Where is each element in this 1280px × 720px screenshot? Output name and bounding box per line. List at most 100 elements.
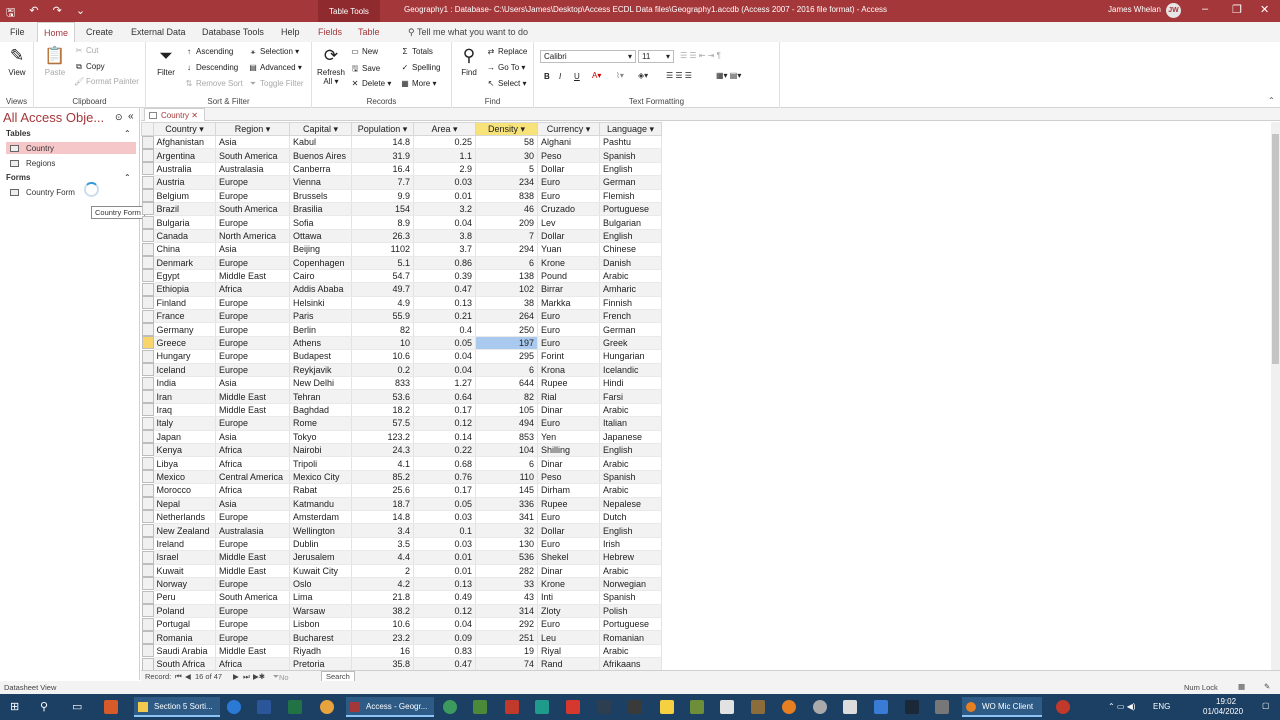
- cell-capital[interactable]: Addis Ababa: [289, 282, 352, 297]
- cell-country[interactable]: Norway: [153, 577, 216, 592]
- cell-population[interactable]: 10.6: [351, 617, 414, 632]
- cell-language[interactable]: Pashtu: [599, 135, 662, 150]
- cell-capital[interactable]: Paris: [289, 309, 352, 324]
- cell-language[interactable]: Polish: [599, 604, 662, 619]
- cell-population[interactable]: 4.1: [351, 456, 414, 471]
- filter-button[interactable]: ⏷ Filter: [154, 46, 178, 77]
- cell-currency[interactable]: Shilling: [537, 443, 600, 458]
- tray-icon[interactable]: [1056, 700, 1070, 714]
- cell-language[interactable]: Hebrew: [599, 550, 662, 565]
- spelling-button[interactable]: ✓ Spelling: [400, 63, 441, 72]
- cell-population[interactable]: 82: [351, 322, 414, 337]
- maximize-icon[interactable]: ❐: [1232, 3, 1242, 16]
- cell-region[interactable]: Europe: [215, 630, 290, 645]
- cell-area[interactable]: 0.03: [413, 175, 476, 190]
- taskbar-app-icon[interactable]: [874, 700, 888, 714]
- cell-country[interactable]: China: [153, 242, 216, 257]
- select-all-corner[interactable]: [141, 122, 154, 136]
- table-row[interactable]: Israel Middle East Jerusalem 4.4 0.01 536 Shek…: [141, 550, 662, 565]
- row-selector[interactable]: [141, 443, 154, 457]
- cell-region[interactable]: Europe: [215, 215, 290, 230]
- cell-capital[interactable]: Warsaw: [289, 604, 352, 619]
- cell-language[interactable]: Nepalese: [599, 497, 662, 511]
- cell-capital[interactable]: Brasilia: [289, 202, 352, 217]
- cell-language[interactable]: German: [599, 175, 662, 190]
- cell-capital[interactable]: Sofia: [289, 215, 352, 230]
- cell-language[interactable]: Hindi: [599, 376, 662, 391]
- clock-date[interactable]: 01/04/2020: [1203, 707, 1243, 716]
- cell-currency[interactable]: Euro: [537, 510, 600, 525]
- filezilla-icon[interactable]: [566, 700, 580, 714]
- collapse-ribbon-icon[interactable]: ⌃: [1268, 96, 1275, 105]
- cell-currency[interactable]: Krone: [537, 577, 600, 592]
- cell-area[interactable]: 0.13: [413, 296, 476, 311]
- table-row[interactable]: Australia Australasia Canberra 16.4 2.9 5 Doll…: [141, 162, 662, 177]
- cell-capital[interactable]: Rabat: [289, 483, 352, 498]
- taskbar-app-icon[interactable]: [443, 700, 457, 714]
- cell-country[interactable]: Bulgaria: [153, 215, 216, 230]
- row-selector[interactable]: [141, 523, 154, 537]
- cell-population[interactable]: 31.9: [351, 148, 414, 163]
- cell-currency[interactable]: Dinar: [537, 456, 600, 471]
- cell-region[interactable]: Asia: [215, 135, 290, 150]
- datasheet-view-icon[interactable]: ▦: [1238, 682, 1245, 691]
- cell-area[interactable]: 0.47: [413, 657, 476, 670]
- cell-language[interactable]: Arabic: [599, 483, 662, 498]
- cell-density[interactable]: 341: [475, 510, 538, 525]
- row-selector[interactable]: [141, 564, 154, 577]
- new-record-button[interactable]: ▭ New: [350, 47, 378, 56]
- row-selector[interactable]: [141, 322, 154, 336]
- cell-capital[interactable]: Rome: [289, 416, 352, 431]
- list-buttons[interactable]: ☰ ☰ ⇤ ⇥ ¶: [680, 51, 721, 60]
- cell-country[interactable]: Greece: [153, 336, 216, 351]
- redo-icon[interactable]: ↷: [53, 4, 62, 23]
- advanced-button[interactable]: ▤ Advanced ▾: [248, 63, 302, 72]
- more-button[interactable]: ▦ More ▾: [400, 79, 436, 88]
- cell-language[interactable]: Arabic: [599, 644, 662, 659]
- language-indicator[interactable]: ENG: [1153, 702, 1170, 711]
- cell-language[interactable]: Spanish: [599, 470, 662, 485]
- cell-capital[interactable]: Canberra: [289, 162, 352, 177]
- italic-button[interactable]: I: [559, 72, 561, 81]
- cell-area[interactable]: 0.39: [413, 269, 476, 284]
- cell-population[interactable]: 1102: [351, 242, 414, 257]
- cell-country[interactable]: India: [153, 376, 216, 391]
- cell-area[interactable]: 0.09: [413, 630, 476, 645]
- table-row[interactable]: Argentina South America Buenos Aires 31.9 1.…: [141, 148, 662, 163]
- cell-region[interactable]: Middle East: [215, 389, 290, 404]
- table-row[interactable]: Greece Europe Athens 10 0.05 197 Euro Greek: [141, 336, 662, 351]
- cell-density[interactable]: 43: [475, 590, 538, 605]
- cell-currency[interactable]: Rand: [537, 657, 600, 670]
- table-row[interactable]: Mexico Central America Mexico City 85.2 0.76…: [141, 470, 662, 485]
- column-header-currency[interactable]: Currency ▾: [537, 122, 600, 136]
- cell-region[interactable]: Australasia: [215, 523, 290, 538]
- cell-capital[interactable]: Budapest: [289, 349, 352, 364]
- prev-record-icon[interactable]: ◀: [185, 672, 191, 681]
- toggle-filter-button[interactable]: ⏷ Toggle Filter: [248, 79, 304, 89]
- cell-region[interactable]: Europe: [215, 309, 290, 324]
- cell-density[interactable]: 295: [475, 349, 538, 364]
- row-selector[interactable]: [141, 657, 154, 670]
- table-row[interactable]: Bulgaria Europe Sofia 8.9 0.04 209 Lev Bulgaria…: [141, 215, 662, 230]
- cell-capital[interactable]: Lisbon: [289, 617, 352, 632]
- cell-currency[interactable]: Dollar: [537, 229, 600, 244]
- cell-density[interactable]: 19: [475, 644, 538, 659]
- row-selector[interactable]: [141, 242, 154, 256]
- cell-country[interactable]: Austria: [153, 175, 216, 190]
- cell-currency[interactable]: Forint: [537, 349, 600, 364]
- table-row[interactable]: Poland Europe Warsaw 38.2 0.12 314 Zloty Polish: [141, 604, 662, 619]
- cell-country[interactable]: Netherlands: [153, 510, 216, 525]
- collapse-nav-icon[interactable]: «: [128, 111, 134, 122]
- bold-button[interactable]: B: [544, 72, 550, 81]
- table-row[interactable]: Denmark Europe Copenhagen 5.1 0.86 6 Krone Dani…: [141, 256, 662, 270]
- cell-density[interactable]: 7: [475, 229, 538, 244]
- cell-currency[interactable]: Alghani: [537, 135, 600, 150]
- cell-country[interactable]: Ethiopia: [153, 282, 216, 297]
- view-button[interactable]: ✎ View: [5, 46, 29, 77]
- cell-currency[interactable]: Yuan: [537, 242, 600, 257]
- copy-button[interactable]: ⧉ Copy: [74, 62, 105, 72]
- windows-start-icon[interactable]: ⊞: [10, 700, 19, 713]
- column-header-area[interactable]: Area ▾: [413, 122, 476, 136]
- cell-population[interactable]: 14.8: [351, 510, 414, 525]
- row-selector[interactable]: [141, 189, 154, 203]
